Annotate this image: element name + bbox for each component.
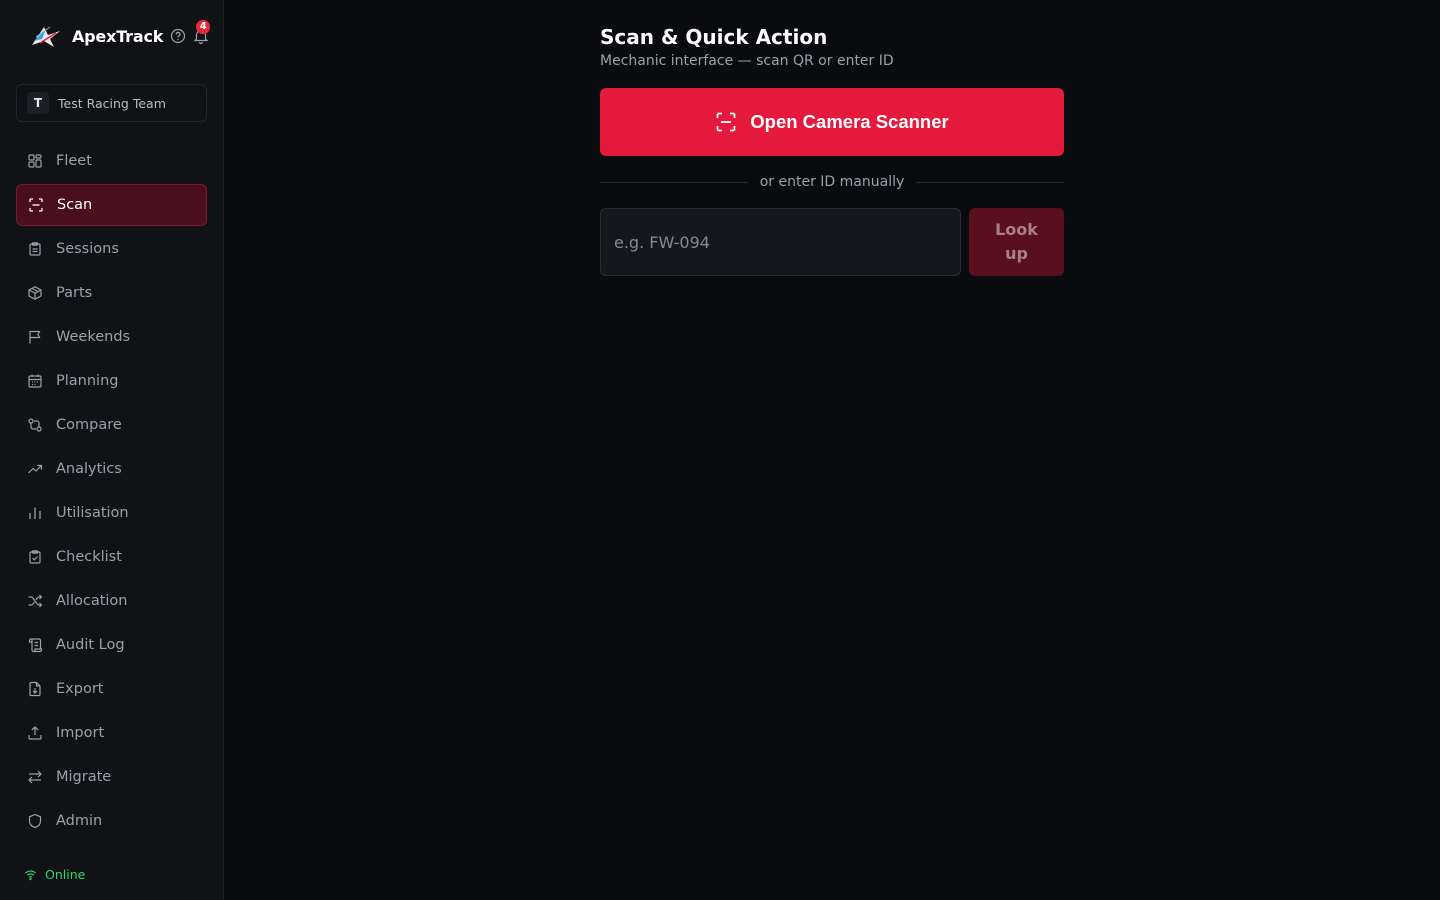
team-name: Test Racing Team <box>58 95 166 111</box>
package-icon <box>28 286 42 300</box>
bar-chart-icon <box>29 507 41 519</box>
sidebar-item-label: Parts <box>56 285 93 301</box>
manual-entry-divider: or enter ID manually <box>600 172 1065 192</box>
sidebar-item-label: Audit Log <box>56 637 125 653</box>
help-icon[interactable] <box>170 28 186 44</box>
page-subtitle: Mechanic interface — scan QR or enter ID <box>600 53 894 69</box>
sidebar-item-audit-log[interactable]: Audit Log <box>16 624 207 666</box>
sidebar-item-label: Allocation <box>56 593 128 609</box>
sidebar-item-fleet[interactable]: Fleet <box>16 140 207 182</box>
page-title: Scan & Quick Action <box>600 25 828 49</box>
sidebar-item-label: Export <box>56 681 104 697</box>
arrows-swap-icon <box>28 770 42 784</box>
sidebar-item-label: Migrate <box>56 769 112 785</box>
sidebar-item-label: Scan <box>57 197 93 213</box>
sidebar-item-label: Planning <box>56 373 119 389</box>
wifi-icon <box>24 870 37 881</box>
sidebar: ApexTrack 4 T Test Racing Team Fleet Sca… <box>0 0 224 900</box>
apextrack-logo-icon <box>32 26 60 47</box>
sidebar-item-migrate[interactable]: Migrate <box>16 756 207 798</box>
calendar-icon <box>28 374 42 388</box>
app-name: ApexTrack <box>72 26 164 46</box>
divider-line <box>600 181 748 183</box>
scan-icon <box>716 112 736 132</box>
connection-status: Online <box>24 867 85 882</box>
notifications-button[interactable]: 4 <box>192 20 211 45</box>
sidebar-item-planning[interactable]: Planning <box>16 360 207 402</box>
sidebar-item-export[interactable]: Export <box>16 668 207 710</box>
compare-icon <box>28 418 42 432</box>
sidebar-item-admin[interactable]: Admin <box>16 800 207 842</box>
open-camera-scanner-button[interactable]: Open Camera Scanner <box>600 88 1064 156</box>
sidebar-item-utilisation[interactable]: Utilisation <box>16 492 207 534</box>
sidebar-item-label: Sessions <box>56 241 119 257</box>
sidebar-item-import[interactable]: Import <box>16 712 207 754</box>
sidebar-nav: Fleet Scan Sessions Parts Weekends Plann… <box>16 140 207 844</box>
flag-icon <box>29 330 41 344</box>
sidebar-item-allocation[interactable]: Allocation <box>16 580 207 622</box>
sidebar-item-label: Weekends <box>56 329 131 345</box>
sidebar-item-weekends[interactable]: Weekends <box>16 316 207 358</box>
scan-button-label: Open Camera Scanner <box>750 111 949 132</box>
trending-up-icon <box>28 464 43 474</box>
file-download-icon <box>29 681 41 697</box>
sidebar-item-label: Compare <box>56 417 122 433</box>
sidebar-item-checklist[interactable]: Checklist <box>16 536 207 578</box>
sidebar-item-analytics[interactable]: Analytics <box>16 448 207 490</box>
sidebar-item-label: Utilisation <box>56 505 129 521</box>
sidebar-item-parts[interactable]: Parts <box>16 272 207 314</box>
shield-icon <box>28 813 42 829</box>
sidebar-item-compare[interactable]: Compare <box>16 404 207 446</box>
scan-icon <box>29 198 43 212</box>
sidebar-item-sessions[interactable]: Sessions <box>16 228 207 270</box>
divider-line <box>916 181 1065 183</box>
status-label: Online <box>45 867 86 882</box>
shuffle-icon <box>28 594 43 608</box>
sidebar-item-label: Analytics <box>56 461 122 477</box>
sidebar-item-label: Checklist <box>56 549 122 565</box>
divider-label: or enter ID manually <box>759 174 905 190</box>
clipboard-check-icon <box>29 550 41 564</box>
sidebar-item-label: Fleet <box>56 153 92 169</box>
team-selector[interactable]: T Test Racing Team <box>16 84 207 122</box>
sidebar-item-label: Import <box>56 725 105 741</box>
lookup-button[interactable]: Look up <box>969 208 1064 276</box>
sidebar-item-scan[interactable]: Scan <box>16 184 207 226</box>
id-input[interactable] <box>600 208 961 276</box>
grid-icon <box>28 154 42 168</box>
upload-icon <box>28 726 42 740</box>
main-content: Scan & Quick Action Mechanic interface —… <box>600 24 1065 276</box>
scroll-icon <box>28 638 43 653</box>
clipboard-icon <box>29 242 41 256</box>
brand: ApexTrack 4 <box>30 20 211 50</box>
sidebar-item-label: Admin <box>56 813 103 829</box>
team-avatar: T <box>27 92 49 114</box>
